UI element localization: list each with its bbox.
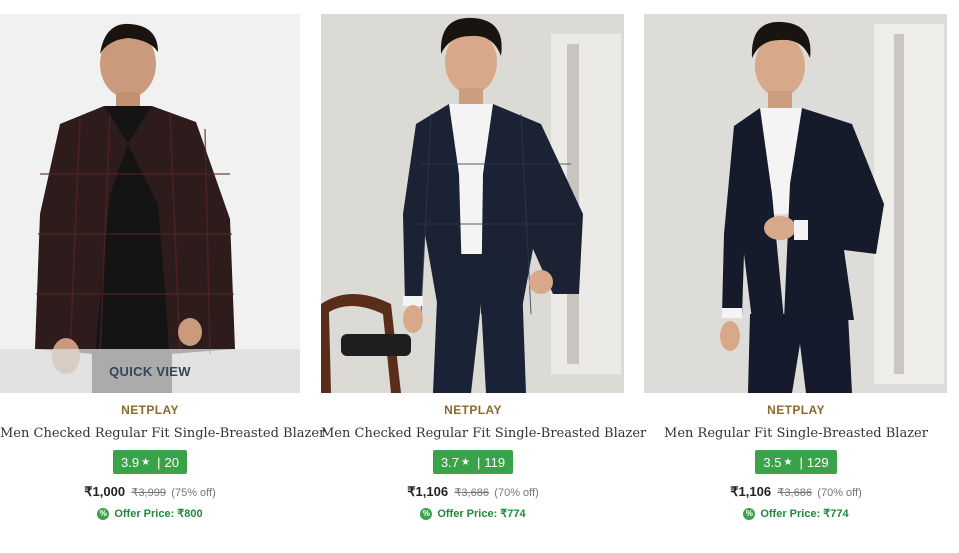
price-row: ₹1,106 ₹3,686 (70% off) <box>644 484 948 500</box>
mrp: ₹3,686 <box>777 487 812 499</box>
offer-price: % Offer Price: ₹774 <box>743 506 849 522</box>
review-count: 20 <box>164 454 179 470</box>
quick-view-label: QUICK VIEW <box>109 363 191 379</box>
product-name[interactable]: Men Checked Regular Fit Single-Breasted … <box>0 426 325 442</box>
product-info: NETPLAY Men Checked Regular Fit Single-B… <box>321 403 646 522</box>
quick-view-button[interactable]: QUICK VIEW <box>0 349 300 393</box>
offer-tag-icon: % <box>743 508 756 520</box>
product-photo-model-blazer <box>321 14 624 393</box>
offer-tag-icon: % <box>420 508 433 520</box>
product-card[interactable]: NETPLAY Men Checked Regular Fit Single-B… <box>321 14 646 544</box>
mrp: ₹3,999 <box>131 487 166 499</box>
star-icon: ★ <box>141 456 151 468</box>
review-count: 119 <box>484 454 506 470</box>
product-card[interactable]: QUICK VIEW NETPLAY Men Checked Regular F… <box>0 14 325 544</box>
offer-price: % Offer Price: ₹800 <box>97 506 203 522</box>
mrp: ₹3,686 <box>454 487 489 499</box>
price: ₹1,106 <box>730 484 772 499</box>
rating-value: 3.5 <box>763 454 782 470</box>
rating-separator: | <box>157 454 161 470</box>
product-info: NETPLAY Men Regular Fit Single-Breasted … <box>644 403 948 522</box>
price-row: ₹1,000 ₹3,999 (75% off) <box>0 484 300 500</box>
product-grid: QUICK VIEW NETPLAY Men Checked Regular F… <box>0 0 959 553</box>
product-image[interactable]: QUICK VIEW <box>0 14 300 393</box>
rating-badge: 3.9 ★ | 20 <box>113 450 187 474</box>
rating-value: 3.7 <box>440 454 459 470</box>
rating-value: 3.9 <box>121 454 140 470</box>
product-image[interactable] <box>321 14 624 393</box>
offer-price-text: Offer Price: ₹800 <box>114 508 203 520</box>
product-card[interactable]: NETPLAY Men Regular Fit Single-Breasted … <box>644 14 948 544</box>
product-photo-model-blazer <box>644 14 947 393</box>
product-brand: NETPLAY <box>767 403 825 417</box>
rating-separator: | <box>476 454 481 470</box>
star-icon: ★ <box>460 456 470 468</box>
discount: (75% off) <box>171 487 216 499</box>
price: ₹1,000 <box>84 484 126 499</box>
review-count: 129 <box>806 454 829 470</box>
rating-separator: | <box>799 454 803 470</box>
price-row: ₹1,106 ₹3,686 (70% off) <box>321 484 625 500</box>
product-name[interactable]: Men Regular Fit Single-Breasted Blazer <box>644 426 948 442</box>
offer-price-text: Offer Price: ₹774 <box>437 508 526 520</box>
product-image[interactable] <box>644 14 947 393</box>
product-name[interactable]: Men Checked Regular Fit Single-Breasted … <box>321 426 646 442</box>
offer-tag-icon: % <box>97 508 110 520</box>
offer-price-text: Offer Price: ₹774 <box>760 508 849 520</box>
rating-badge: 3.7 ★ | 119 <box>432 450 514 474</box>
price: ₹1,106 <box>407 484 449 499</box>
product-brand: NETPLAY <box>121 403 179 417</box>
star-icon: ★ <box>783 456 793 468</box>
product-photo-model-blazer <box>0 14 300 393</box>
product-brand: NETPLAY <box>444 403 502 417</box>
discount: (70% off) <box>494 487 539 499</box>
product-info: NETPLAY Men Checked Regular Fit Single-B… <box>0 403 325 522</box>
rating-badge: 3.5 ★ | 129 <box>755 450 837 474</box>
discount: (70% off) <box>817 487 862 499</box>
offer-price: % Offer Price: ₹774 <box>420 506 526 522</box>
